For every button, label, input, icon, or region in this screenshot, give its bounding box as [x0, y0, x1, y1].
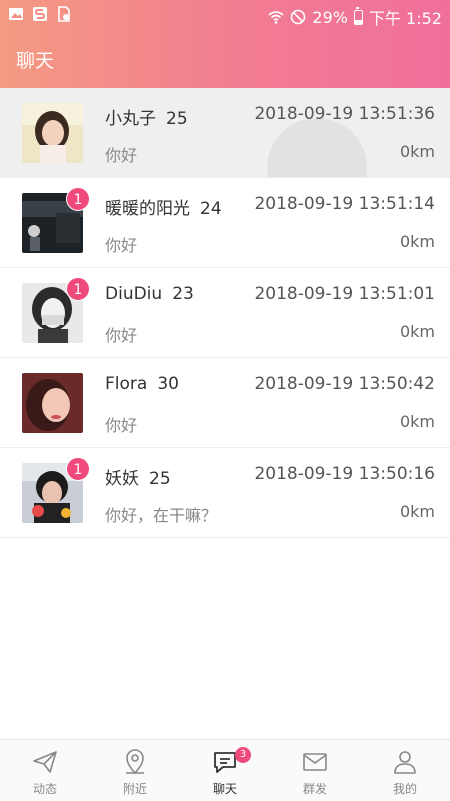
- unread-badge: 1: [66, 277, 90, 301]
- message-time: 2018-09-19 13:50:16: [254, 464, 435, 484]
- unread-badge: 1: [66, 457, 90, 481]
- nav-label: 群发: [302, 782, 327, 796]
- last-message: 你好，在干嘛？: [105, 506, 218, 525]
- chat-row[interactable]: 1 DiuDiu 23 2018-09-19 13:51:01 你好 0km: [0, 268, 450, 358]
- app-header: 29% 下午 1:52 聊天: [0, 0, 450, 88]
- distance: 0km: [399, 232, 435, 251]
- nav-label: 我的: [392, 782, 417, 796]
- status-bar-system: 29% 下午 1:52: [268, 5, 442, 29]
- chat-row[interactable]: Flora 30 2018-09-19 13:50:42 你好 0km: [0, 358, 450, 448]
- page-title: 聊天: [16, 50, 55, 72]
- nav-item-feed[interactable]: 动态: [0, 740, 90, 801]
- distance: 0km: [399, 142, 435, 161]
- last-message: 你好: [105, 326, 138, 345]
- distance: 0km: [399, 322, 435, 341]
- contact-name: 小丸子 25: [105, 109, 188, 129]
- avatar: [22, 103, 83, 163]
- nav-label: 动态: [32, 782, 57, 796]
- distance: 0km: [399, 502, 435, 521]
- person-icon: [394, 751, 416, 774]
- do-not-disturb-icon: [291, 9, 306, 25]
- message-time: 2018-09-19 13:50:42: [254, 374, 435, 394]
- last-message: 你好: [105, 416, 138, 435]
- nav-item-broadcast[interactable]: 群发: [270, 740, 360, 801]
- file-icon: [58, 6, 70, 22]
- chat-list: 小丸子 25 2018-09-19 13:51:36 你好 0km 1 暖暖的阳光…: [0, 88, 450, 538]
- last-message: 你好: [105, 236, 138, 255]
- message-time: 2018-09-19 13:51:14: [254, 194, 435, 214]
- app-s-icon: [33, 7, 47, 21]
- contact-name: 妖妖 25: [105, 469, 171, 489]
- chat-row[interactable]: 1 妖妖 25 2018-09-19 13:50:16 你好，在干嘛？ 0km: [0, 448, 450, 538]
- nav-label: 聊天: [212, 782, 237, 796]
- chat-row[interactable]: 1 暖暖的阳光 24 2018-09-19 13:51:14 你好 0km: [0, 178, 450, 268]
- contact-name: 暖暖的阳光 24: [105, 199, 222, 219]
- avatar: [22, 373, 83, 433]
- message-time: 2018-09-19 13:51:01: [254, 284, 435, 304]
- contact-age: 25: [166, 109, 188, 129]
- chat-unread-badge: 3: [235, 747, 251, 763]
- status-bar-notifications: [8, 6, 72, 22]
- wifi-icon: [268, 11, 284, 24]
- envelope-icon: [303, 753, 327, 771]
- contact-age: 24: [200, 199, 222, 219]
- contact-age: 30: [157, 374, 179, 394]
- nav-item-chat[interactable]: 3 聊天: [180, 740, 270, 801]
- last-message: 你好: [105, 146, 138, 165]
- unread-badge: 1: [66, 187, 90, 211]
- status-bar: 29% 下午 1:52: [0, 0, 450, 32]
- contact-age: 23: [172, 284, 194, 304]
- contact-name: DiuDiu 23: [105, 284, 194, 304]
- chat-row[interactable]: 小丸子 25 2018-09-19 13:51:36 你好 0km: [0, 88, 450, 178]
- contact-name: Flora 30: [105, 374, 179, 394]
- location-pin-icon: [126, 749, 144, 775]
- battery-percent: 29%: [312, 7, 348, 27]
- message-time: 2018-09-19 13:51:36: [254, 104, 435, 124]
- bottom-nav: 动态 附近 3 聊天 群发 我的: [0, 739, 450, 801]
- nav-item-nearby[interactable]: 附近: [90, 740, 180, 801]
- gallery-icon: [9, 8, 23, 20]
- paper-plane-icon: [33, 751, 57, 773]
- nav-label: 附近: [122, 782, 147, 796]
- distance: 0km: [399, 412, 435, 431]
- touch-ripple: [267, 118, 367, 177]
- battery-icon: [353, 6, 363, 25]
- contact-age: 25: [149, 469, 171, 489]
- nav-item-me[interactable]: 我的: [360, 740, 450, 801]
- clock: 下午 1:52: [368, 9, 442, 28]
